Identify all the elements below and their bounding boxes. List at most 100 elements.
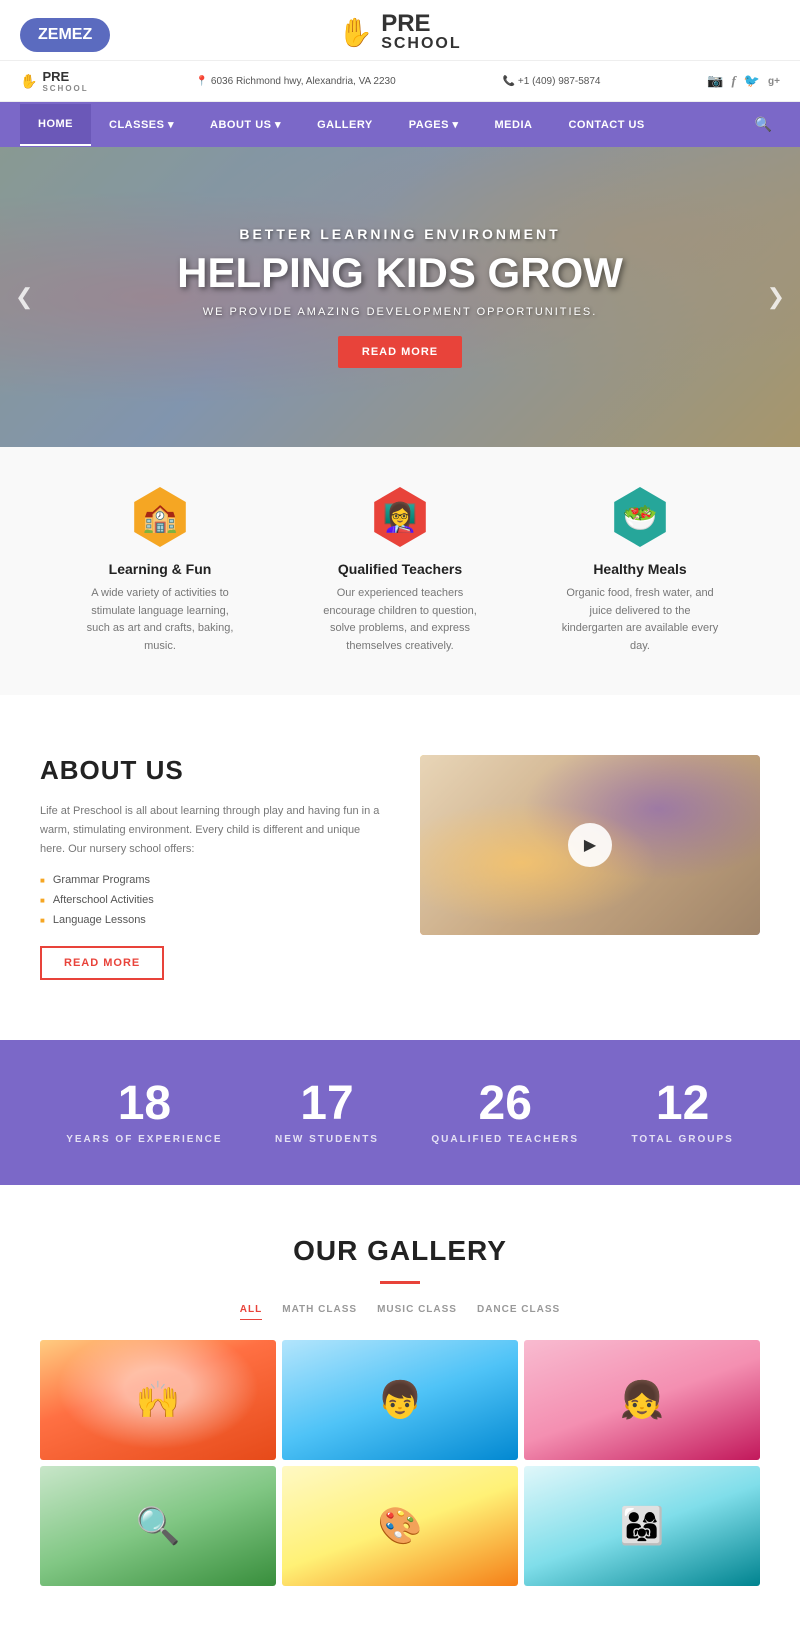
feature-learning-desc: A wide variety of activities to stimulat… (80, 585, 240, 655)
stat-teachers: 26 QUALIFIED TEACHERS (431, 1080, 579, 1145)
info-school: SCHOOL (42, 84, 88, 93)
nav-item-home[interactable]: HOME (20, 104, 91, 146)
main-nav: HOME CLASSES ▾ ABOUT US ▾ GALLERY PAGES … (0, 102, 800, 147)
hero-cta-button[interactable]: READ MORE (338, 336, 462, 368)
gallery-tab-music[interactable]: MUSIC CLASS (377, 1300, 457, 1320)
about-list-item-3: Language Lessons (40, 914, 380, 926)
about-title: ABOUT US (40, 755, 380, 786)
nav-item-about[interactable]: ABOUT US ▾ (192, 104, 299, 146)
hero-title: HELPING KIDS GROW (177, 250, 623, 296)
about-list-item-2: Afterschool Activities (40, 894, 380, 906)
info-bar-social: 📷 f 🐦 g+ (707, 73, 780, 89)
brand-school-text: SCHOOL (381, 36, 461, 52)
mini-hand-icon: ✋ (20, 73, 37, 90)
stat-groups-label: TOTAL GROUPS (631, 1134, 733, 1145)
feature-teachers: 👩‍🏫 Qualified Teachers Our experienced t… (300, 487, 500, 655)
about-video-inner: ▶ (420, 755, 760, 935)
instagram-icon[interactable]: 📷 (707, 73, 723, 89)
stat-groups: 12 TOTAL GROUPS (631, 1080, 733, 1145)
brand-logo-area: ✋ PRE SCHOOL (338, 12, 461, 52)
hero-content: BETTER LEARNING ENVIRONMENT HELPING KIDS… (177, 226, 623, 368)
info-bar: ✋ PRE SCHOOL 📍 6036 Richmond hwy, Alexan… (0, 61, 800, 102)
info-bar-logo: ✋ PRE SCHOOL (20, 69, 89, 93)
teachers-icon: 👩‍🏫 (370, 487, 430, 547)
about-list: Grammar Programs Afterschool Activities … (40, 874, 380, 926)
about-desc: Life at Preschool is all about learning … (40, 802, 380, 858)
gallery-item-6[interactable]: 👨‍👩‍👧 (524, 1466, 760, 1586)
address-text: 6036 Richmond hwy, Alexandria, VA 2230 (211, 76, 396, 87)
play-button[interactable]: ▶ (568, 823, 612, 867)
hero-subtitle: BETTER LEARNING ENVIRONMENT (177, 226, 623, 242)
gallery-tabs: ALL MATH CLASS MUSIC CLASS DANCE CLASS (40, 1300, 760, 1320)
features-section: 🏫 Learning & Fun A wide variety of activ… (0, 447, 800, 695)
gallery-item-5[interactable]: 🎨 (282, 1466, 518, 1586)
gallery-image-6: 👨‍👩‍👧 (524, 1466, 760, 1586)
hand-icon: ✋ (338, 16, 373, 49)
stat-teachers-label: QUALIFIED TEACHERS (431, 1134, 579, 1145)
hero-arrow-right[interactable]: ❯ (767, 284, 785, 310)
about-video[interactable]: ▶ (420, 755, 760, 935)
feature-teachers-title: Qualified Teachers (320, 561, 480, 577)
gallery-item-4[interactable]: 🔍 (40, 1466, 276, 1586)
about-list-item-1: Grammar Programs (40, 874, 380, 886)
gallery-section: OUR GALLERY ALL MATH CLASS MUSIC CLASS D… (0, 1185, 800, 1636)
gallery-tab-dance[interactable]: DANCE CLASS (477, 1300, 560, 1320)
learning-icon: 🏫 (130, 487, 190, 547)
feature-learning-title: Learning & Fun (80, 561, 240, 577)
gallery-item-3[interactable]: 👧 (524, 1340, 760, 1460)
stat-teachers-number: 26 (431, 1080, 579, 1128)
nav-item-contact[interactable]: CONTACT US (550, 104, 662, 146)
stat-experience-label: YEARS OF EXPERIENCE (66, 1134, 222, 1145)
gallery-tab-all[interactable]: ALL (240, 1300, 262, 1320)
brand-pre-text: PRE (381, 12, 461, 36)
info-bar-address: 📍 6036 Richmond hwy, Alexandria, VA 2230 (195, 76, 395, 87)
feature-meals: 🥗 Healthy Meals Organic food, fresh wate… (540, 487, 740, 655)
gallery-item-1[interactable]: 🙌 (40, 1340, 276, 1460)
stat-groups-number: 12 (631, 1080, 733, 1128)
nav-item-pages[interactable]: PAGES ▾ (391, 104, 477, 146)
stat-experience-number: 18 (66, 1080, 222, 1128)
about-read-more-button[interactable]: READ MORE (40, 946, 164, 980)
hero-section: ❮ BETTER LEARNING ENVIRONMENT HELPING KI… (0, 147, 800, 447)
stat-students-number: 17 (275, 1080, 379, 1128)
info-pre: PRE (42, 69, 69, 84)
feature-meals-desc: Organic food, fresh water, and juice del… (560, 585, 720, 655)
feature-meals-title: Healthy Meals (560, 561, 720, 577)
facebook-icon[interactable]: f (731, 73, 735, 89)
gallery-image-5: 🎨 (282, 1466, 518, 1586)
phone-icon: 📞 (502, 76, 514, 87)
feature-teachers-desc: Our experienced teachers encourage child… (320, 585, 480, 655)
stats-section: 18 YEARS OF EXPERIENCE 17 NEW STUDENTS 2… (0, 1040, 800, 1185)
search-icon[interactable]: 🔍 (747, 102, 780, 147)
gallery-image-1: 🙌 (40, 1340, 276, 1460)
gallery-image-4: 🔍 (40, 1466, 276, 1586)
top-brand-bar: ZEMEZ ✋ PRE SCHOOL (0, 0, 800, 61)
about-section: ABOUT US Life at Preschool is all about … (0, 695, 800, 1040)
brand-title: PRE SCHOOL (381, 12, 461, 52)
gallery-image-2: 👦 (282, 1340, 518, 1460)
info-bar-phone: 📞 +1 (409) 987-5874 (502, 76, 600, 87)
gallery-divider (380, 1281, 420, 1284)
phone-text: +1 (409) 987-5874 (518, 76, 601, 87)
meals-icon: 🥗 (610, 487, 670, 547)
about-left: ABOUT US Life at Preschool is all about … (40, 755, 380, 980)
gallery-tab-math[interactable]: MATH CLASS (282, 1300, 357, 1320)
twitter-icon[interactable]: 🐦 (744, 73, 760, 89)
about-right: ▶ (420, 755, 760, 935)
nav-item-classes[interactable]: CLASSES ▾ (91, 104, 192, 146)
nav-item-gallery[interactable]: GALLERY (299, 104, 391, 146)
zemez-badge[interactable]: ZEMEZ (20, 18, 110, 52)
gallery-item-2[interactable]: 👦 (282, 1340, 518, 1460)
info-logo-text: PRE SCHOOL (42, 69, 88, 93)
feature-learning: 🏫 Learning & Fun A wide variety of activ… (60, 487, 260, 655)
gallery-image-3: 👧 (524, 1340, 760, 1460)
nav-item-media[interactable]: MEDIA (477, 104, 551, 146)
gallery-title: OUR GALLERY (40, 1235, 760, 1267)
hero-description: WE PROVIDE AMAZING DEVELOPMENT OPPORTUNI… (177, 306, 623, 318)
googleplus-icon[interactable]: g+ (768, 76, 780, 87)
address-pin-icon: 📍 (195, 76, 207, 87)
hero-arrow-left[interactable]: ❮ (15, 284, 33, 310)
info-bar-left: ✋ PRE SCHOOL (20, 69, 89, 93)
stat-experience: 18 YEARS OF EXPERIENCE (66, 1080, 222, 1145)
gallery-grid: 🙌 👦 👧 🔍 🎨 👨‍👩‍👧 (40, 1340, 760, 1586)
